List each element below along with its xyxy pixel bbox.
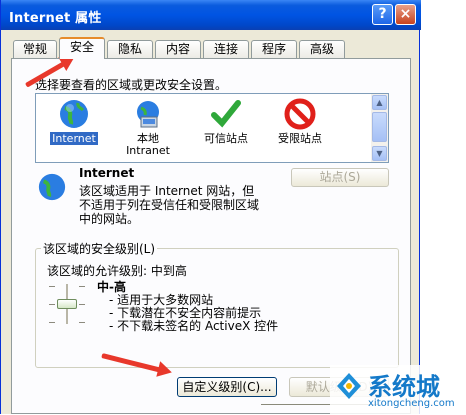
allowed-level-text: 该区域的允许级别: 中到高 [47, 264, 187, 278]
zone-list-scrollbar[interactable]: ▲ ▼ [371, 94, 388, 162]
scroll-down-icon[interactable]: ▼ [372, 146, 387, 161]
logo-icon [337, 373, 361, 399]
window-title: Internet 属性 [9, 11, 102, 26]
selected-zone-icon [37, 172, 67, 205]
instruction-text: 选择要查看的区域或更改安全设置。 [35, 78, 228, 92]
tab-advanced[interactable]: 高级 [299, 40, 345, 58]
security-level-label: 该区域的安全级别(L) [41, 240, 158, 257]
watermark-brand: 系统城 [368, 373, 440, 401]
tab-content[interactable]: 内容 [155, 40, 201, 58]
bullet-item: - 不下载未签名的 ActiveX 控件 [109, 319, 279, 333]
tab-privacy[interactable]: 隐私 [107, 40, 153, 58]
zone-label: 本地 Intranet [126, 132, 170, 157]
level-bullets: - 适用于大多数网站 - 下载潜在不安全内容前提示 - 不下载未签名的 Acti… [109, 294, 278, 333]
zone-internet[interactable]: Internet [42, 98, 106, 145]
no-entry-icon [284, 98, 316, 130]
close-button[interactable]: × [395, 4, 416, 25]
sites-button[interactable]: 站点(S) [291, 168, 389, 187]
scroll-up-icon[interactable]: ▲ [372, 95, 387, 110]
zone-description: 该区域适用于 Internet 网站，但 不适用于列在受信任和受限制区域 中的网… [79, 184, 260, 226]
title-bar[interactable]: Internet 属性 ? × [1, 0, 421, 30]
tab-connections[interactable]: 连接 [203, 40, 249, 58]
tab-programs[interactable]: 程序 [251, 40, 297, 58]
zone-label: 可信站点 [204, 132, 248, 145]
custom-level-button[interactable]: 自定义级别(C)... [177, 377, 277, 397]
tab-general[interactable]: 常规 [13, 40, 57, 58]
zone-restricted-sites[interactable]: 受限站点 [268, 98, 332, 145]
tab-security[interactable]: 安全 [59, 37, 105, 59]
globe-icon [58, 98, 90, 130]
slider-thumb[interactable] [57, 299, 77, 309]
security-level-slider[interactable] [49, 284, 85, 324]
zone-trusted-sites[interactable]: 可信站点 [194, 98, 258, 145]
scroll-thumb[interactable] [372, 112, 387, 142]
watermark-url: xitongcheng.com [368, 398, 455, 409]
zone-label: Internet [50, 132, 98, 145]
watermark: 系统城 xitongcheng.com [330, 365, 466, 414]
help-button[interactable]: ? [372, 4, 393, 25]
checkmark-icon [210, 98, 242, 130]
intranet-icon [132, 98, 164, 130]
zone-local-intranet[interactable]: 本地 Intranet [116, 98, 180, 157]
zone-list[interactable]: Internet 本地 Intranet 可信站点 受限站点 ▲ ▼ [35, 93, 389, 163]
zone-title: Internet [79, 166, 135, 180]
zone-label: 受限站点 [278, 132, 322, 145]
